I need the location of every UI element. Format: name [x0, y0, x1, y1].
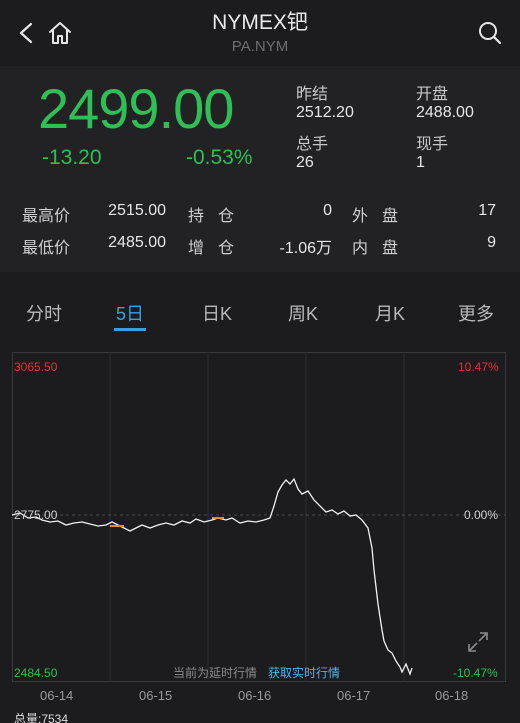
y-axis-min-pct-label: -10.47% [453, 666, 498, 680]
current-volume-value: 1 [416, 154, 425, 171]
tab-5-day[interactable]: 5日 [90, 300, 170, 326]
outer-value: 17 [478, 202, 496, 219]
date-label: 06-17 [337, 688, 371, 703]
position-value: 0 [323, 202, 332, 219]
position-label: 持仓 [188, 208, 249, 225]
stats-panel: 最高价 2515.00 持仓 0 外盘 17 最低价 2485.00 增仓 -1… [0, 188, 520, 272]
y-axis-max-pct-label: 10.47% [458, 360, 499, 374]
total-volume-caption: 总量:7534 [14, 712, 69, 723]
open-label: 开盘 [416, 86, 449, 103]
date-label: 06-15 [139, 688, 173, 703]
open-value: 2488.00 [416, 104, 474, 121]
low-label: 最低价 [22, 240, 71, 257]
total-volume-label: 总手 [296, 136, 329, 153]
period-tabs: 分时 5日 日K 周K 月K 更多 [0, 272, 520, 332]
increase-label: 增仓 [188, 240, 249, 257]
outer-label: 外盘 [352, 208, 413, 225]
y-axis-max-label: 3065.50 [14, 360, 58, 374]
date-label: 06-14 [40, 688, 74, 703]
quote-panel: 2499.00 -13.20 -0.53% 昨结 2512.20 开盘 2488… [0, 66, 520, 188]
app-header: NYMEX钯 PA.NYM [0, 0, 520, 66]
symbol-code: PA.NYM [231, 38, 289, 55]
five-day-chart[interactable]: 3065.50 2775.00 2484.50 10.47% 0.00% -10… [0, 340, 520, 723]
prev-close-label: 昨结 [296, 86, 329, 103]
high-label: 最高价 [22, 208, 71, 225]
tab-weekly-k[interactable]: 周K [263, 300, 343, 326]
inner-label: 内盘 [352, 240, 413, 257]
date-label: 06-16 [238, 688, 272, 703]
search-icon[interactable] [476, 18, 504, 48]
y-axis-mid-label: 2775.00 [14, 508, 58, 522]
page-title: NYMEX钯 [212, 11, 308, 34]
date-label: 06-18 [435, 688, 469, 703]
inner-value: 9 [487, 234, 496, 251]
price-line-chart [12, 352, 506, 682]
tab-more[interactable]: 更多 [436, 300, 516, 326]
tab-intraday[interactable]: 分时 [4, 300, 84, 326]
y-axis-min-label: 2484.50 [14, 666, 58, 680]
price-series-line [12, 477, 413, 676]
high-value: 2515.00 [108, 202, 166, 219]
increase-value: -1.06万 [279, 240, 332, 257]
active-tab-indicator [114, 328, 146, 331]
expand-icon[interactable] [466, 630, 490, 654]
total-volume-value: 26 [296, 154, 314, 171]
prev-close-value: 2512.20 [296, 104, 354, 121]
y-axis-mid-pct-label: 0.00% [464, 508, 499, 522]
tab-monthly-k[interactable]: 月K [350, 300, 430, 326]
low-value: 2485.00 [108, 234, 166, 251]
last-price: 2499.00 [38, 77, 234, 140]
price-change: -13.20 [42, 146, 102, 169]
tab-daily-k[interactable]: 日K [177, 300, 257, 326]
delay-notice: 当前为延时行情 [173, 666, 258, 680]
price-change-percent: -0.53% [186, 146, 253, 169]
realtime-quote-link[interactable]: 获取实时行情 [268, 664, 340, 681]
current-volume-label: 现手 [416, 136, 449, 153]
